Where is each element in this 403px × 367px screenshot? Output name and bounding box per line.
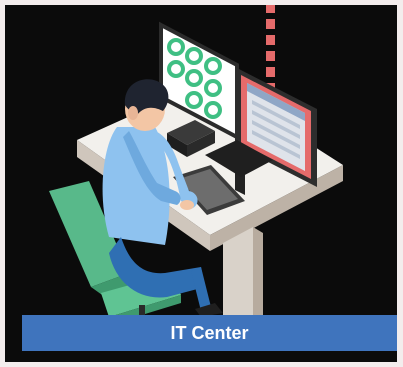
it-center-tile[interactable]: IT Center (5, 5, 397, 362)
tile-label-bar: IT Center (22, 315, 397, 351)
tile-label: IT Center (170, 322, 249, 343)
tile-frame: IT Center (0, 0, 403, 367)
person-at-computer-workstation-illustration (49, 5, 343, 341)
dashed-line-icon (266, 5, 275, 93)
